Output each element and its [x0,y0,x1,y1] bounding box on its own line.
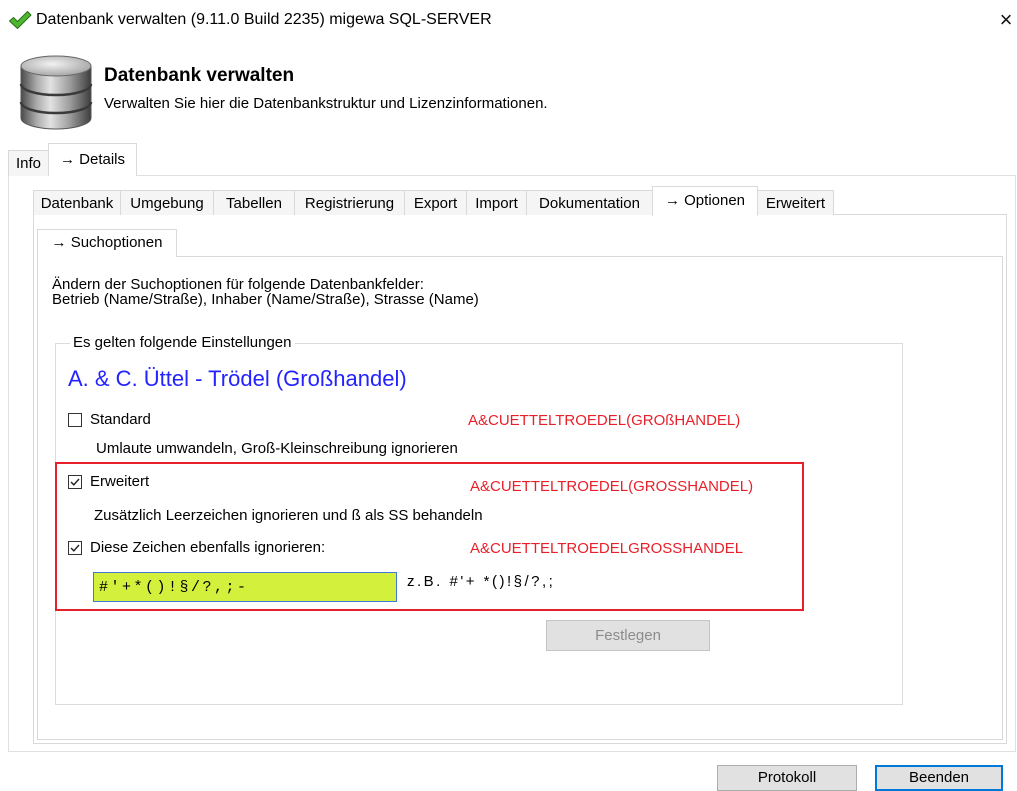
extended-checkbox[interactable] [68,475,82,489]
tab-umgebung[interactable]: Umgebung [120,190,214,215]
standard-label[interactable]: Standard [90,411,151,429]
tab-dokumentation[interactable]: Dokumentation [526,190,653,215]
group-title: Es gelten folgende Einstellungen [70,334,295,352]
sample-name: A. & C. Üttel - Trödel (Großhandel) [68,366,407,391]
options-panel: → Suchoptionen Ändern der Suchoptionen f… [33,214,1007,744]
apply-button[interactable]: Festlegen [546,620,710,651]
protocol-button[interactable]: Protokoll [717,765,857,791]
standard-hint: Umlaute umwandeln, Groß-Kleinschreibung … [96,440,458,457]
tab-erweitert[interactable]: Erweitert [757,190,834,215]
page-subtitle: Verwalten Sie hier die Datenbankstruktur… [104,95,548,112]
tab-info[interactable]: Info [8,150,49,176]
checkmark-icon [70,478,80,486]
tab-registrierung[interactable]: Registrierung [294,190,405,215]
ignore-chars-checkbox[interactable] [68,541,82,555]
extended-result: A&CUETTELTROEDEL(GROSSHANDEL) [470,478,754,495]
description-line: Betrieb (Name/Straße), Inhaber (Name/Str… [52,291,479,308]
tab-export[interactable]: Export [404,190,467,215]
tab-optionen[interactable]: → Optionen [652,186,758,216]
tab-tabellen[interactable]: Tabellen [213,190,295,215]
ignore-chars-label[interactable]: Diese Zeichen ebenfalls ignorieren: [90,539,325,557]
search-options-panel: Ändern der Suchoptionen für folgende Dat… [37,256,1003,740]
page-title: Datenbank verwalten [104,65,295,86]
ignore-chars-example: z.B. #'+ *()!§/?,; [407,573,556,590]
finish-button[interactable]: Beenden [875,765,1003,791]
detail-tab-strip: Datenbank Umgebung Tabellen Registrierun… [33,186,834,216]
ignore-chars-result: A&CUETTELTROEDELGROSSHANDEL [470,540,744,557]
ignore-chars-input[interactable] [93,572,397,602]
checkmark-icon [8,10,32,30]
checkmark-icon [70,544,80,552]
settings-group: Es gelten folgende Einstellungen A. & C.… [55,334,903,705]
close-button[interactable]: × [998,7,1014,33]
window-title: Datenbank verwalten (9.11.0 Build 2235) … [36,11,492,28]
close-icon: × [999,7,1013,32]
database-icon [18,54,94,132]
extended-label[interactable]: Erweitert [90,473,149,491]
standard-checkbox[interactable] [68,413,82,427]
tab-suchoptionen[interactable]: → Suchoptionen [37,229,177,257]
standard-result: A&CUETTELTROEDEL(GROßHANDEL) [468,412,741,429]
tab-datenbank[interactable]: Datenbank [33,190,121,215]
tab-details[interactable]: → Details [48,143,137,176]
tab-import[interactable]: Import [466,190,527,215]
details-panel: Datenbank Umgebung Tabellen Registrierun… [8,175,1016,752]
extended-hint: Zusätzlich Leerzeichen ignorieren und ß … [94,507,483,524]
